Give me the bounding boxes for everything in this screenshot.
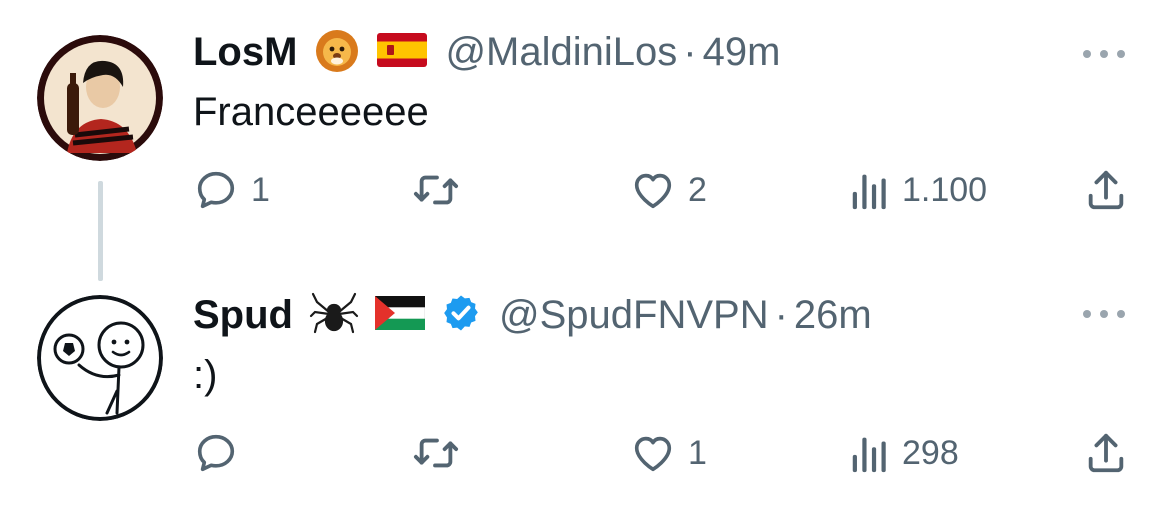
lion-emoji-icon — [313, 27, 361, 78]
tweet-header: LosM @MaldiniLos · 49m — [193, 22, 780, 82]
action-bar: 1 2 1.100 — [193, 160, 1133, 220]
retweet-icon — [413, 438, 459, 468]
display-name[interactable]: LosM — [193, 30, 297, 75]
share-icon — [1088, 170, 1124, 210]
tweet[interactable]: Spud @SpudFNVPN · 26m :) 1 298 — [0, 270, 1170, 510]
heart-icon — [634, 436, 672, 472]
heart-icon — [634, 173, 672, 209]
retweet-button[interactable] — [411, 423, 473, 483]
avatar[interactable] — [37, 35, 163, 161]
like-button[interactable]: 1 — [630, 423, 707, 483]
tweet-header: Spud @SpudFNVPN · 26m — [193, 285, 872, 345]
share-button[interactable] — [1083, 160, 1129, 220]
share-icon — [1088, 433, 1124, 473]
views-button[interactable]: 1.100 — [850, 160, 987, 220]
reply-icon — [197, 434, 235, 472]
separator-dot: · — [683, 29, 697, 74]
reply-count: 1 — [251, 170, 270, 209]
palestine-flag-icon — [374, 295, 426, 335]
verified-badge-icon[interactable] — [441, 293, 481, 338]
like-count: 2 — [688, 170, 707, 209]
views-count: 298 — [902, 433, 959, 472]
tweet[interactable]: LosM @MaldiniLos · 49m Franceeeeee 1 2 1… — [0, 0, 1170, 281]
reply-button[interactable]: 1 — [193, 160, 270, 220]
like-count: 1 — [688, 433, 707, 472]
user-handle[interactable]: @MaldiniLos — [445, 30, 677, 75]
reply-button[interactable] — [193, 423, 251, 483]
separator-dot: · — [774, 292, 788, 337]
more-options-icon[interactable] — [1083, 48, 1125, 60]
like-button[interactable]: 2 — [630, 160, 707, 220]
action-bar: 1 298 — [193, 423, 1133, 483]
views-count: 1.100 — [902, 170, 988, 209]
timestamp[interactable]: 26m — [794, 293, 872, 338]
avatar[interactable] — [37, 295, 163, 421]
retweet-button[interactable] — [411, 160, 473, 220]
spain-flag-icon — [377, 32, 428, 72]
thread-line — [98, 181, 103, 281]
spider-emoji-icon — [309, 290, 359, 341]
timestamp[interactable]: 49m — [703, 30, 781, 75]
share-button[interactable] — [1083, 423, 1129, 483]
retweet-icon — [413, 175, 459, 205]
tweet-text: Franceeeeee — [193, 90, 429, 134]
display-name[interactable]: Spud — [193, 293, 293, 338]
tweet-text: :) — [193, 353, 218, 397]
more-options-icon[interactable] — [1083, 308, 1125, 320]
user-handle[interactable]: @SpudFNVPN — [499, 293, 769, 338]
views-chart-icon — [852, 437, 886, 473]
views-chart-icon — [852, 174, 886, 210]
reply-icon — [197, 171, 235, 209]
views-button[interactable]: 298 — [850, 423, 959, 483]
